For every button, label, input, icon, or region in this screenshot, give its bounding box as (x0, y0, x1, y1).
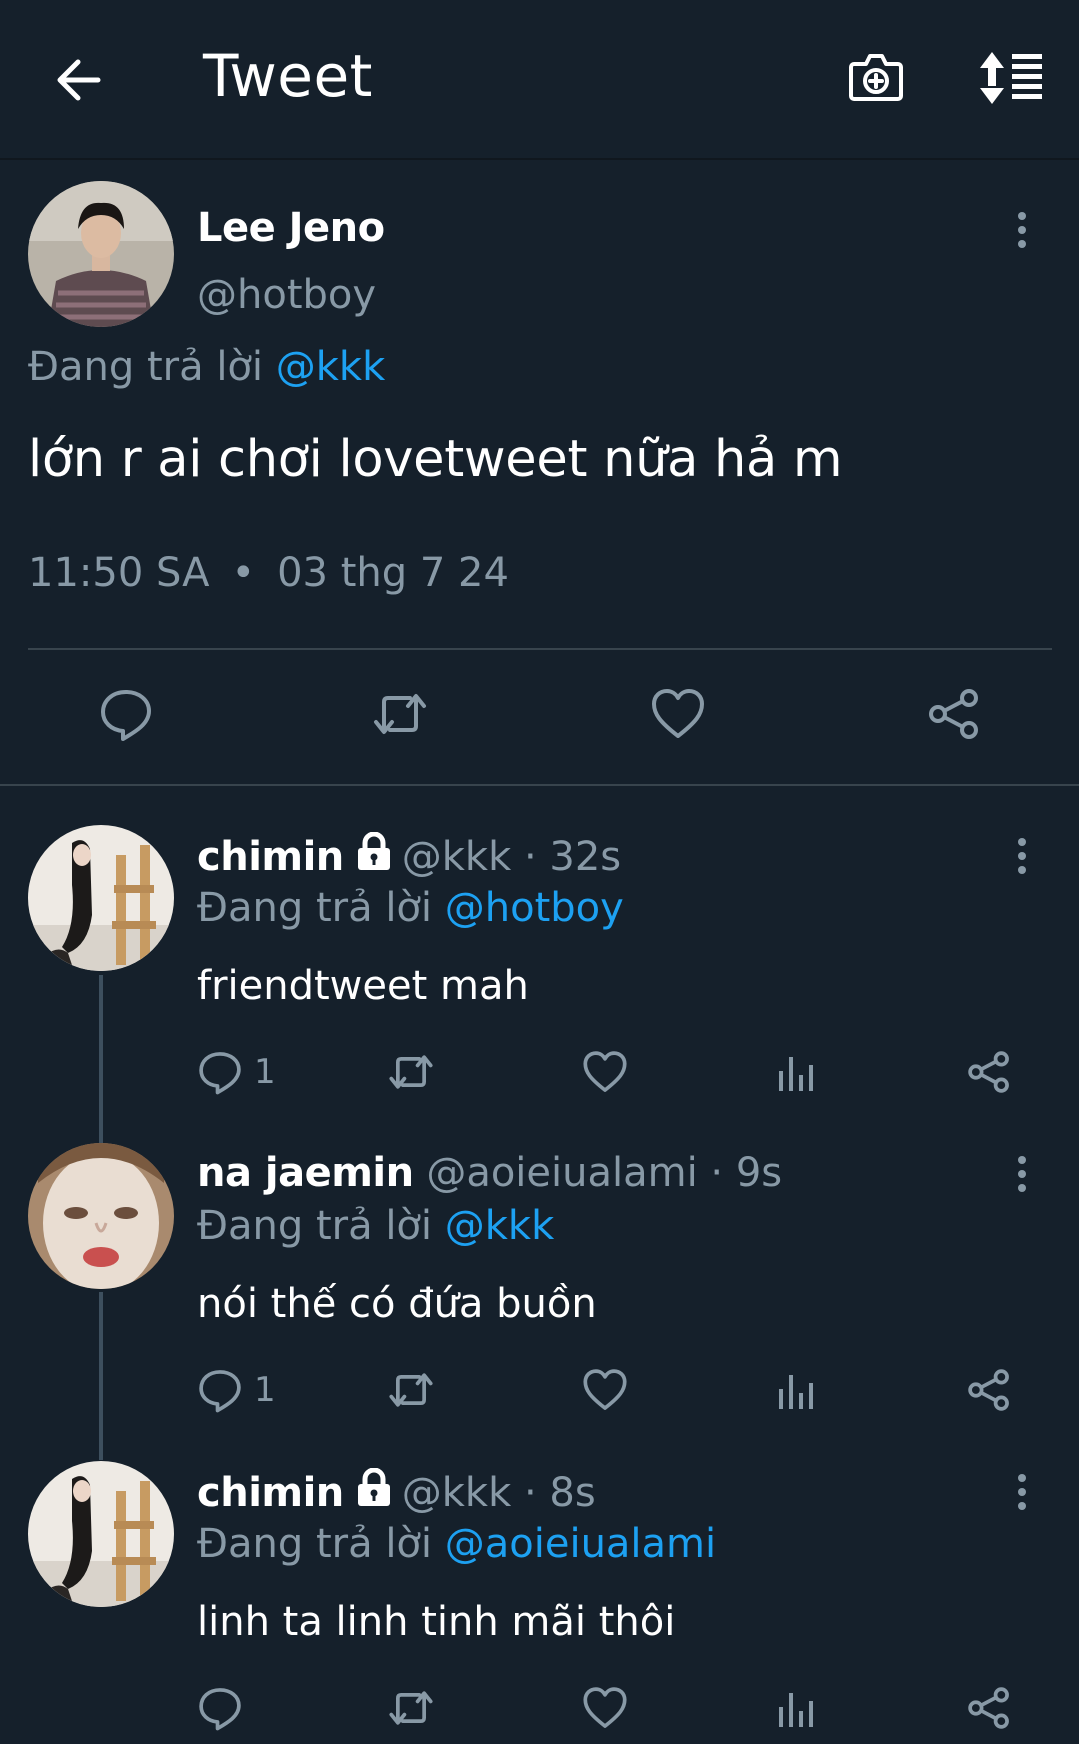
tweet-date: 03 thg 7 24 (277, 550, 509, 596)
thread-connector (99, 1292, 103, 1460)
avatar[interactable] (28, 1143, 174, 1289)
author-name[interactable]: Lee Jeno (197, 205, 385, 251)
reply-icon[interactable] (197, 1367, 243, 1413)
more-options-icon[interactable] (1010, 1152, 1034, 1196)
replying-to-line: Đang trả lời @kkk (28, 344, 385, 390)
retweet-icon[interactable] (372, 686, 428, 742)
reply-header: chimin @kkk · 8s (197, 1468, 596, 1516)
page-title: Tweet (203, 42, 373, 110)
top-bar: Tweet (0, 0, 1079, 160)
author-name[interactable]: chimin (197, 1470, 344, 1516)
reply-prefix: Đang trả lời (197, 1203, 433, 1249)
lock-icon (354, 1468, 394, 1508)
author-handle[interactable]: @hotboy (197, 272, 376, 318)
avatar[interactable] (28, 1461, 174, 1607)
more-options-icon[interactable] (1010, 1470, 1034, 1514)
like-heart-icon[interactable] (650, 686, 706, 742)
like-heart-icon[interactable] (582, 1049, 628, 1095)
author-handle-time: @kkk · 32s (401, 834, 622, 880)
reply-to-mention[interactable]: @aoieiualami (445, 1521, 716, 1567)
replying-to-line: Đang trả lời @kkk (197, 1203, 554, 1249)
reply-to-mention[interactable]: @kkk (276, 344, 386, 390)
thread-connector (99, 975, 103, 1143)
reply-prefix: Đang trả lời (28, 344, 264, 390)
reply-icon[interactable] (197, 1685, 243, 1731)
replying-to-line: Đang trả lời @hotboy (197, 885, 624, 931)
tweet-time: 11:50 SA (28, 550, 210, 596)
reply-header: na jaemin @aoieiualami · 9s (197, 1150, 782, 1196)
author-handle-time: @aoieiualami · 9s (426, 1150, 783, 1196)
like-heart-icon[interactable] (582, 1367, 628, 1413)
replying-to-line: Đang trả lời @aoieiualami (197, 1521, 716, 1567)
divider (0, 784, 1079, 786)
reply-prefix: Đang trả lời (197, 885, 433, 931)
back-arrow-icon[interactable] (50, 52, 110, 108)
analytics-icon[interactable] (774, 1685, 820, 1731)
retweet-icon[interactable] (388, 1685, 434, 1731)
meta-separator: • (231, 550, 256, 596)
reply-count: 1 (254, 1370, 276, 1410)
retweet-icon[interactable] (388, 1049, 434, 1095)
author-handle-time: @kkk · 8s (401, 1470, 596, 1516)
tweet-text: nói thế có đứa buồn (197, 1281, 597, 1327)
reply-prefix: Đang trả lời (197, 1521, 433, 1567)
tweet-timestamp: 11:50 SA • 03 thg 7 24 (28, 550, 509, 596)
reply-icon[interactable] (197, 1049, 243, 1095)
share-icon[interactable] (966, 1685, 1012, 1731)
lock-icon (354, 832, 394, 872)
analytics-icon[interactable] (774, 1367, 820, 1413)
reply-icon[interactable] (98, 686, 154, 742)
avatar[interactable] (28, 181, 174, 327)
share-icon[interactable] (966, 1049, 1012, 1095)
like-heart-icon[interactable] (582, 1685, 628, 1731)
tweet-text: friendtweet mah (197, 963, 529, 1009)
more-options-icon[interactable] (1010, 208, 1034, 252)
camera-plus-icon[interactable] (846, 46, 906, 106)
reply-count: 1 (254, 1052, 276, 1092)
avatar[interactable] (28, 825, 174, 971)
more-options-icon[interactable] (1010, 834, 1034, 878)
reply-to-mention[interactable]: @hotboy (445, 885, 624, 931)
share-icon[interactable] (926, 686, 982, 742)
divider (28, 648, 1052, 650)
sort-list-icon[interactable] (976, 48, 1046, 108)
author-name[interactable]: na jaemin (197, 1150, 414, 1196)
reply-header: chimin @kkk · 32s (197, 832, 621, 880)
author-name[interactable]: chimin (197, 834, 344, 880)
reply-to-mention[interactable]: @kkk (445, 1203, 555, 1249)
analytics-icon[interactable] (774, 1049, 820, 1095)
share-icon[interactable] (966, 1367, 1012, 1413)
retweet-icon[interactable] (388, 1367, 434, 1413)
tweet-text: linh ta linh tinh mãi thôi (197, 1599, 676, 1645)
tweet-text: lớn r ai chơi lovetweet nữa hả m (28, 430, 843, 489)
